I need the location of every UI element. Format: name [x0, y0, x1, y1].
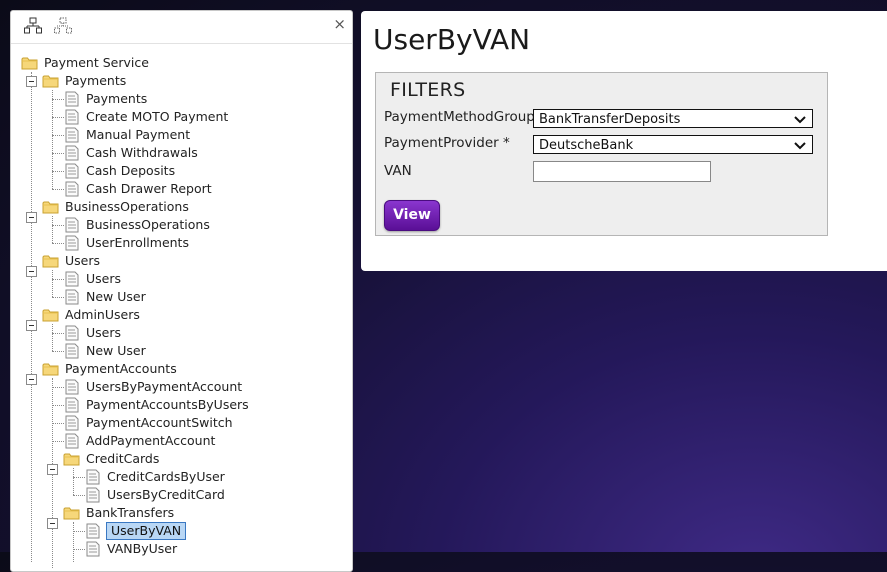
- report-page-icon: [65, 397, 79, 413]
- filters-heading: FILTERS: [390, 79, 466, 101]
- collapse-toggle-payment-accounts[interactable]: [26, 374, 37, 385]
- report-page-icon: [86, 541, 100, 557]
- report-page-icon: [65, 235, 79, 251]
- folder-icon: [63, 453, 80, 466]
- folder-icon: [21, 57, 38, 70]
- collapse-toggle-credit-cards[interactable]: [47, 464, 58, 475]
- folder-icon: [63, 507, 80, 520]
- payment-provider-select[interactable]: DeutscheBank: [533, 135, 813, 154]
- filters-box: FILTERS PaymentMethodGroup BankTransferD…: [375, 72, 828, 236]
- report-page-icon: [65, 127, 79, 143]
- view-button[interactable]: View: [384, 200, 440, 231]
- report-page-icon: [65, 325, 79, 341]
- report-page-icon: [65, 181, 79, 197]
- page-title: UserByVAN: [373, 23, 531, 56]
- collapse-toggle-bank-transfers[interactable]: [47, 518, 58, 529]
- report-page-icon: [86, 469, 100, 485]
- collapse-toggle-business[interactable]: [26, 212, 37, 223]
- payment-method-group-label: PaymentMethodGroup: [384, 109, 535, 125]
- report-panel: UserByVAN FILTERS PaymentMethodGroup Ban…: [361, 11, 887, 271]
- chevron-down-icon: [794, 142, 806, 150]
- collapse-toggle-admin-users[interactable]: [26, 320, 37, 331]
- folder-icon: [42, 309, 59, 322]
- report-page-icon: [65, 163, 79, 179]
- van-label: VAN: [384, 163, 412, 179]
- report-page-icon: [65, 415, 79, 431]
- folder-icon: [42, 255, 59, 268]
- folder-icon: [42, 75, 59, 88]
- report-page-icon: [65, 379, 79, 395]
- folder-icon: [42, 201, 59, 214]
- report-page-icon: [65, 145, 79, 161]
- folder-icon: [42, 363, 59, 376]
- report-page-icon: [86, 487, 100, 503]
- report-page-icon: [65, 109, 79, 125]
- payment-provider-label: PaymentProvider *: [384, 135, 510, 151]
- collapse-toggle-payments[interactable]: [26, 76, 37, 87]
- report-page-icon: [65, 289, 79, 305]
- collapse-toggle-users[interactable]: [26, 266, 37, 277]
- report-page-icon: [65, 433, 79, 449]
- report-page-icon: [65, 343, 79, 359]
- payment-method-group-select[interactable]: BankTransferDeposits: [533, 109, 813, 128]
- report-page-icon: [86, 523, 100, 539]
- report-page-icon: [65, 271, 79, 287]
- report-page-icon: [65, 217, 79, 233]
- chevron-down-icon: [794, 116, 806, 124]
- navigation-tree-panel: × Payment Service Payments Payments Crea…: [10, 10, 353, 572]
- report-tree: Payment Service Payments Payments Create…: [11, 11, 352, 571]
- report-page-icon: [65, 91, 79, 107]
- van-input[interactable]: [533, 161, 711, 182]
